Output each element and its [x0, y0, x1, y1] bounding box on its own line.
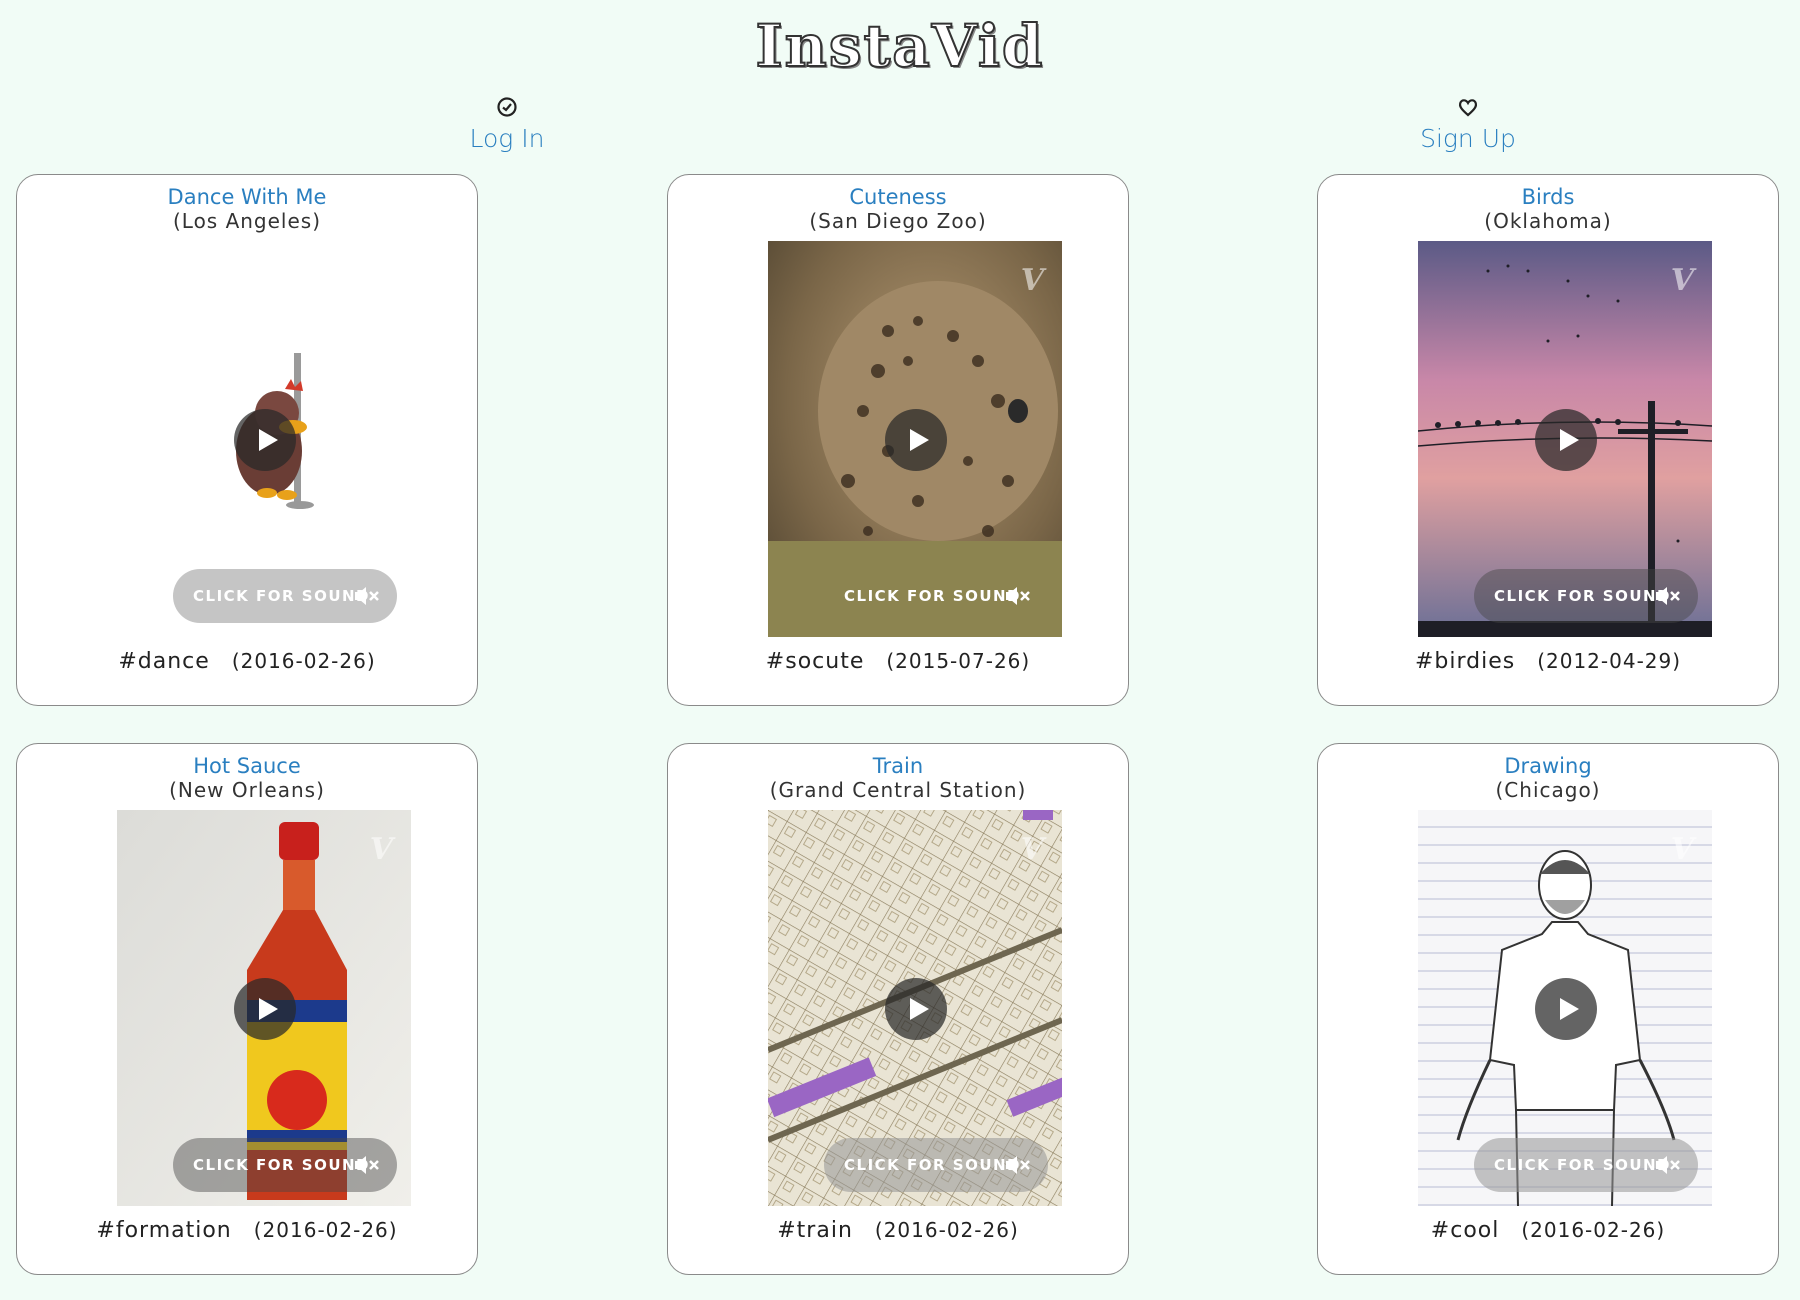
- card-footer: #formation (2016-02-26): [17, 1218, 477, 1243]
- video-card: Birds (Oklahoma) V CLICK FOR SOUND #bird…: [1317, 174, 1779, 706]
- heart-icon: [1458, 99, 1478, 117]
- card-title[interactable]: Dance With Me: [17, 185, 477, 209]
- play-button[interactable]: [885, 409, 947, 471]
- card-date: (2016-02-26): [1521, 1218, 1666, 1242]
- signup-link[interactable]: Sign Up: [1368, 96, 1568, 153]
- card-date: (2015-07-26): [886, 649, 1031, 673]
- play-button[interactable]: [1535, 978, 1597, 1040]
- sound-label: CLICK FOR SOUND: [1494, 1156, 1672, 1174]
- check-circle-icon: [497, 97, 517, 117]
- mute-icon: [1656, 587, 1680, 605]
- video-player[interactable]: CLICK FOR SOUND: [117, 241, 411, 637]
- vine-logo: V: [1670, 263, 1694, 298]
- mute-icon: [1006, 587, 1030, 605]
- page: InstaVid Log In Sign Up Dance With Me (L…: [0, 0, 1800, 1300]
- card-footer: #birdies (2012-04-29): [1318, 649, 1778, 674]
- play-button[interactable]: [234, 978, 296, 1040]
- card-title[interactable]: Hot Sauce: [17, 754, 477, 778]
- play-icon: [910, 998, 929, 1020]
- sound-button[interactable]: CLICK FOR SOUND: [824, 569, 1048, 623]
- sound-label: CLICK FOR SOUND: [844, 1156, 1022, 1174]
- card-title[interactable]: Birds: [1318, 185, 1778, 209]
- card-title[interactable]: Cuteness: [668, 185, 1128, 209]
- video-card: Cuteness (San Diego Zoo) V CLICK FOR SOU…: [667, 174, 1129, 706]
- card-location: (San Diego Zoo): [809, 209, 987, 233]
- play-icon: [259, 429, 278, 451]
- play-icon: [1560, 429, 1579, 451]
- sound-button[interactable]: CLICK FOR SOUND: [173, 1138, 397, 1192]
- card-location: (New Orleans): [169, 778, 325, 802]
- login-label: Log In: [469, 124, 545, 153]
- video-player[interactable]: V CLICK FOR SOUND: [1418, 810, 1712, 1206]
- video-player[interactable]: V CLICK FOR SOUND: [768, 810, 1062, 1206]
- card-date: (2016-02-26): [231, 649, 376, 673]
- vine-logo: V: [1670, 832, 1694, 867]
- card-date: (2016-02-26): [253, 1218, 398, 1242]
- video-card: Drawing (Chicago) V CLICK FOR SOUND #coo…: [1317, 743, 1779, 1275]
- login-link[interactable]: Log In: [407, 96, 607, 153]
- play-icon: [259, 998, 278, 1020]
- card-location: (Oklahoma): [1484, 209, 1612, 233]
- video-card: Dance With Me (Los Angeles) CLICK FOR SO…: [16, 174, 478, 706]
- mute-icon: [355, 587, 379, 605]
- vine-logo: V: [1020, 263, 1044, 298]
- card-title[interactable]: Train: [668, 754, 1128, 778]
- sound-button[interactable]: CLICK FOR SOUND: [1474, 569, 1698, 623]
- card-location: (Los Angeles): [172, 209, 322, 233]
- play-icon: [910, 429, 929, 451]
- card-hashtag[interactable]: #dance: [118, 649, 209, 674]
- sound-button[interactable]: CLICK FOR SOUND: [1474, 1138, 1698, 1192]
- card-title[interactable]: Drawing: [1318, 754, 1778, 778]
- sound-button[interactable]: CLICK FOR SOUND: [824, 1138, 1048, 1192]
- video-card: Train (Grand Central Station) V CLICK FO…: [667, 743, 1129, 1275]
- card-date: (2012-04-29): [1537, 649, 1682, 673]
- card-location: (Grand Central Station): [769, 778, 1027, 802]
- video-player[interactable]: V CLICK FOR SOUND: [1418, 241, 1712, 637]
- video-player[interactable]: V CLICK FOR SOUND: [768, 241, 1062, 637]
- card-location: (Chicago): [1495, 778, 1601, 802]
- signup-label: Sign Up: [1420, 124, 1516, 153]
- play-button[interactable]: [234, 409, 296, 471]
- play-icon: [1560, 998, 1579, 1020]
- card-hashtag[interactable]: #socute: [766, 649, 865, 674]
- card-hashtag[interactable]: #birdies: [1415, 649, 1515, 674]
- card-footer: #train (2016-02-26): [668, 1218, 1128, 1243]
- video-player[interactable]: V CLICK FOR SOUND: [117, 810, 411, 1206]
- card-date: (2016-02-26): [874, 1218, 1019, 1242]
- app-logo[interactable]: InstaVid: [0, 11, 1800, 81]
- vine-logo: V: [1020, 832, 1044, 867]
- vine-logo: V: [369, 832, 393, 867]
- mute-icon: [1006, 1156, 1030, 1174]
- video-card: Hot Sauce (New Orleans) V CLICK FOR SOUN…: [16, 743, 478, 1275]
- sound-label: CLICK FOR SOUND: [193, 587, 371, 605]
- card-hashtag[interactable]: #cool: [1431, 1218, 1500, 1243]
- card-footer: #dance (2016-02-26): [17, 649, 477, 674]
- card-footer: #socute (2015-07-26): [668, 649, 1128, 674]
- sound-label: CLICK FOR SOUND: [1494, 587, 1672, 605]
- sound-button[interactable]: CLICK FOR SOUND: [173, 569, 397, 623]
- play-button[interactable]: [1535, 409, 1597, 471]
- mute-icon: [1656, 1156, 1680, 1174]
- sound-label: CLICK FOR SOUND: [844, 587, 1022, 605]
- mute-icon: [355, 1156, 379, 1174]
- card-hashtag[interactable]: #formation: [96, 1218, 231, 1243]
- sound-label: CLICK FOR SOUND: [193, 1156, 371, 1174]
- card-hashtag[interactable]: #train: [777, 1218, 853, 1243]
- play-button[interactable]: [885, 978, 947, 1040]
- card-footer: #cool (2016-02-26): [1318, 1218, 1778, 1243]
